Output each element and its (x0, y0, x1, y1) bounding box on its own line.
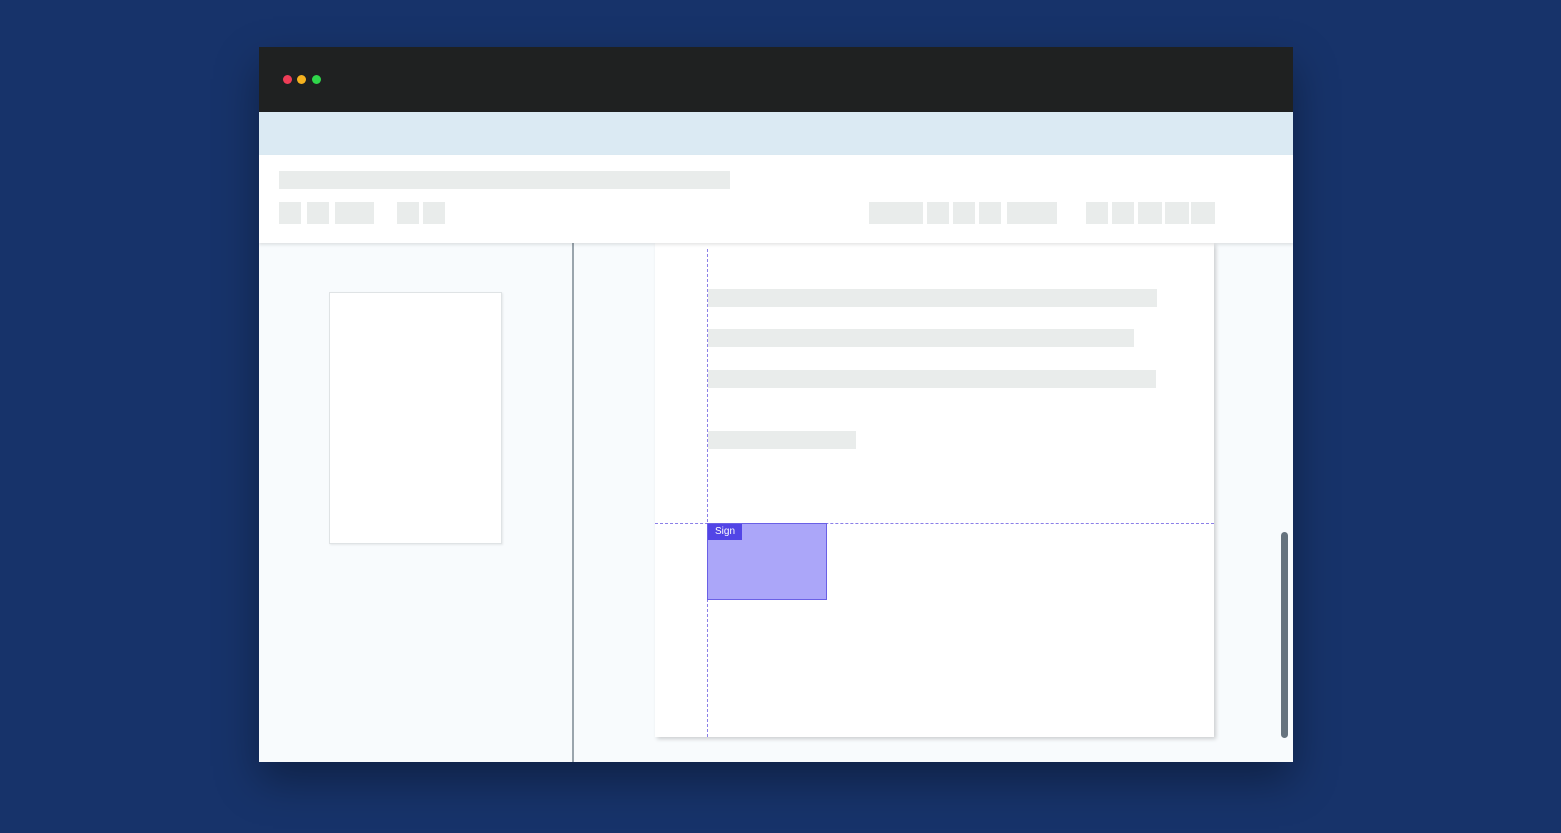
toolbar-button-4[interactable] (397, 202, 419, 224)
document-viewer: Sign (574, 243, 1293, 762)
title-bar (259, 47, 1293, 112)
text-line-placeholder (708, 329, 1134, 347)
document-title-placeholder (279, 171, 730, 189)
toolbar-button-5[interactable] (423, 202, 445, 224)
toolbar-button-6[interactable] (869, 202, 923, 224)
toolbar-button-1[interactable] (279, 202, 301, 224)
toolbar-button-10[interactable] (1007, 202, 1057, 224)
minimize-window-button[interactable] (297, 75, 306, 84)
page-thumbnails-panel (259, 243, 572, 762)
toolbar-button-8[interactable] (953, 202, 975, 224)
text-line-placeholder (708, 289, 1157, 307)
text-line-placeholder (708, 431, 856, 449)
vertical-alignment-guide (707, 249, 708, 737)
toolbar-button-12[interactable] (1112, 202, 1134, 224)
info-banner (259, 112, 1293, 155)
toolbar-button-11[interactable] (1086, 202, 1108, 224)
signature-field[interactable]: Sign (707, 523, 827, 600)
signature-field-label: Sign (708, 524, 743, 540)
document-page: Sign (655, 243, 1214, 737)
toolbar-button-14[interactable] (1165, 202, 1189, 224)
toolbar-button-2[interactable] (307, 202, 329, 224)
toolbar-button-9[interactable] (979, 202, 1001, 224)
toolbar-button-7[interactable] (927, 202, 949, 224)
vertical-scrollbar[interactable] (1281, 532, 1288, 738)
close-window-button[interactable] (283, 75, 292, 84)
text-line-placeholder (708, 370, 1156, 388)
toolbar-button-3[interactable] (335, 202, 374, 224)
toolbar-button-13[interactable] (1138, 202, 1162, 224)
page-thumbnail[interactable] (329, 292, 502, 544)
toolbar (259, 155, 1293, 243)
maximize-window-button[interactable] (312, 75, 321, 84)
app-window: Sign (259, 47, 1293, 762)
toolbar-button-15[interactable] (1191, 202, 1215, 224)
